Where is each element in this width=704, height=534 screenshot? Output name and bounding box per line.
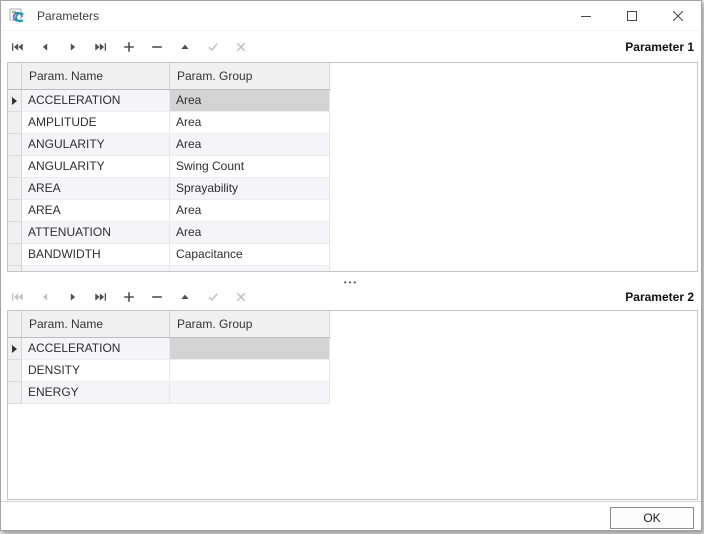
last-button[interactable]	[89, 37, 113, 57]
row-indicator	[8, 222, 22, 244]
parameter-1-grid: Param. Name Param. Group ACCELERATION Ar…	[7, 62, 698, 272]
param-name-cell[interactable]: ACCELERATION	[22, 90, 170, 112]
minimize-button[interactable]	[563, 1, 609, 31]
navigator-buttons	[1, 37, 257, 57]
param-group-cell[interactable]: Area	[170, 112, 330, 134]
edit-button[interactable]	[173, 37, 197, 57]
first-button[interactable]	[5, 287, 29, 307]
window-title: Parameters	[37, 1, 99, 31]
navigator-buttons	[1, 287, 257, 307]
footer: OK	[1, 501, 701, 531]
param-name-cell[interactable]: ATTENUATION	[22, 222, 170, 244]
table-row[interactable]: AMPLITUDE Area	[8, 112, 330, 134]
param-group-cell[interactable]	[170, 382, 330, 404]
table-row[interactable]: ANGULARITY Area	[8, 134, 330, 156]
grid-header: Param. Name Param. Group	[8, 63, 330, 90]
param-group-cell[interactable]	[170, 360, 330, 382]
first-button[interactable]	[5, 37, 29, 57]
param-name-cell[interactable]: DENSITY	[22, 360, 170, 382]
insert-button[interactable]	[117, 37, 141, 57]
param-group-cell[interactable]: Area	[170, 134, 330, 156]
partial-row	[8, 266, 330, 271]
splitter-handle[interactable]: •••	[1, 272, 701, 284]
param-name-cell[interactable]: AREA	[22, 178, 170, 200]
row-indicator	[8, 156, 22, 178]
parameter-2-grid: Param. Name Param. Group ACCELERATION DE…	[7, 310, 698, 500]
post-button[interactable]	[201, 287, 225, 307]
ok-button[interactable]: OK	[610, 507, 694, 529]
column-header-param-group[interactable]: Param. Group	[170, 63, 330, 89]
param-group-cell[interactable]: Swing Count	[170, 156, 330, 178]
param-name-cell[interactable]: ANGULARITY	[22, 156, 170, 178]
toolbar-parameter-1: Parameter 1	[1, 32, 701, 61]
column-header-param-group[interactable]: Param. Group	[170, 311, 330, 337]
table-row[interactable]: ENERGY	[8, 382, 330, 404]
table-row[interactable]: AREA Area	[8, 200, 330, 222]
panel-label-parameter-1: Parameter 1	[625, 40, 701, 54]
current-row-arrow-icon	[12, 345, 17, 353]
post-button[interactable]	[201, 37, 225, 57]
param-group-cell[interactable]: Area	[170, 222, 330, 244]
edit-button[interactable]	[173, 287, 197, 307]
row-indicator	[8, 134, 22, 156]
grid-rows: ACCELERATION DENSITY ENERGY	[8, 338, 697, 404]
table-row[interactable]: AREA Sprayability	[8, 178, 330, 200]
row-indicator	[8, 200, 22, 222]
table-row[interactable]: ACCELERATION Area	[8, 90, 330, 112]
row-indicator	[8, 338, 22, 360]
table-row[interactable]: DENSITY	[8, 360, 330, 382]
panel-label-parameter-2: Parameter 2	[625, 290, 701, 304]
column-header-param-name[interactable]: Param. Name	[22, 311, 170, 337]
param-name-cell[interactable]: BANDWIDTH	[22, 244, 170, 266]
insert-button[interactable]	[117, 287, 141, 307]
last-button[interactable]	[89, 287, 113, 307]
table-row[interactable]: BANDWIDTH Capacitance	[8, 244, 330, 266]
indicator-header-cell	[8, 311, 22, 337]
app-icon	[9, 8, 25, 24]
delete-button[interactable]	[145, 287, 169, 307]
prior-button[interactable]	[33, 37, 57, 57]
row-indicator	[8, 244, 22, 266]
param-group-cell[interactable]: Capacitance	[170, 244, 330, 266]
row-indicator	[8, 112, 22, 134]
table-row[interactable]: ACCELERATION	[8, 338, 330, 360]
row-indicator	[8, 382, 22, 404]
cancel-button[interactable]	[229, 287, 253, 307]
row-indicator	[8, 90, 22, 112]
param-group-cell[interactable]	[170, 338, 330, 360]
row-indicator	[8, 178, 22, 200]
row-indicator	[8, 360, 22, 382]
parameters-dialog: Parameters Parameter 1 Param. Name Param…	[0, 0, 702, 531]
window-controls	[563, 1, 701, 31]
param-name-cell[interactable]: ACCELERATION	[22, 338, 170, 360]
cancel-button[interactable]	[229, 37, 253, 57]
param-group-cell[interactable]: Area	[170, 90, 330, 112]
param-group-cell[interactable]: Area	[170, 200, 330, 222]
next-button[interactable]	[61, 37, 85, 57]
table-row[interactable]: ANGULARITY Swing Count	[8, 156, 330, 178]
param-name-cell[interactable]: ANGULARITY	[22, 134, 170, 156]
column-header-param-name[interactable]: Param. Name	[22, 63, 170, 89]
param-group-cell[interactable]: Sprayability	[170, 178, 330, 200]
grid-rows: ACCELERATION Area AMPLITUDE Area ANGULAR…	[8, 90, 697, 266]
grid-header: Param. Name Param. Group	[8, 311, 330, 338]
param-name-cell[interactable]: ENERGY	[22, 382, 170, 404]
param-name-cell[interactable]: AREA	[22, 200, 170, 222]
current-row-arrow-icon	[12, 97, 17, 105]
delete-button[interactable]	[145, 37, 169, 57]
close-button[interactable]	[655, 1, 701, 31]
next-button[interactable]	[61, 287, 85, 307]
table-row[interactable]: ATTENUATION Area	[8, 222, 330, 244]
toolbar-parameter-2: Parameter 2	[1, 284, 701, 310]
titlebar[interactable]: Parameters	[1, 1, 701, 31]
indicator-header-cell	[8, 63, 22, 89]
maximize-button[interactable]	[609, 1, 655, 31]
prior-button[interactable]	[33, 287, 57, 307]
param-name-cell[interactable]: AMPLITUDE	[22, 112, 170, 134]
